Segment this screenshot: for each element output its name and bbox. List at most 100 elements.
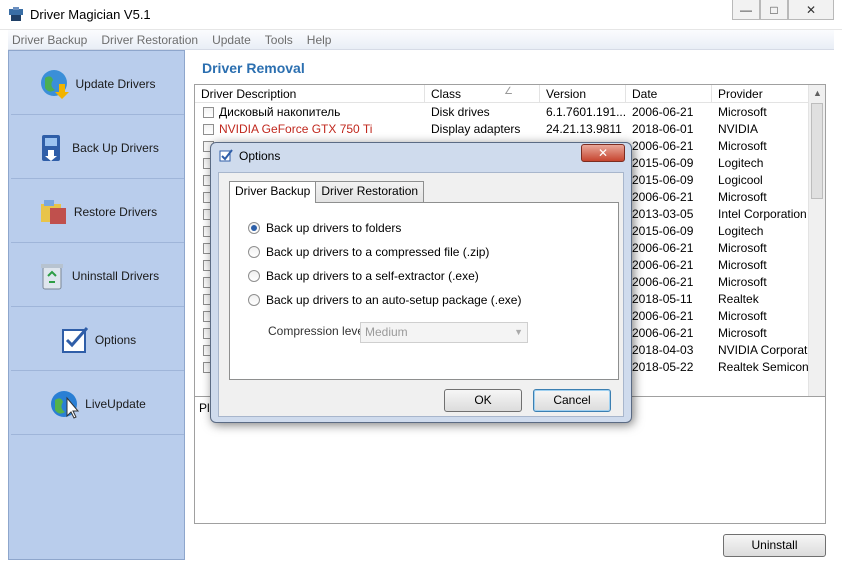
dialog-body: Driver Backup Driver Restoration Back up… (218, 172, 624, 417)
menu-driver-restoration[interactable]: Driver Restoration (101, 33, 198, 47)
table-cell-provider: Microsoft (718, 275, 767, 289)
sidebar-item-label: LiveUpdate (85, 396, 146, 411)
options-dialog: Options ✕ Driver Backup Driver Restorati… (210, 142, 632, 423)
table-row[interactable]: NVIDIA GeForce GTX 750 Ti Display adapter… (195, 121, 809, 138)
table-cell-provider: Logitech (718, 224, 764, 238)
options-icon (61, 326, 88, 353)
menu-update[interactable]: Update (212, 33, 251, 47)
sidebar-item-restore-drivers[interactable]: Restore Drivers (11, 181, 184, 243)
table-cell-desc: Дисковый накопитель (219, 105, 341, 119)
compression-level-select[interactable]: Medium ▼ (360, 322, 528, 343)
tab-panel-driver-backup: Back up drivers to folders Back up drive… (229, 202, 619, 380)
radio-backup-self-extractor[interactable]: Back up drivers to a self-extractor (.ex… (248, 269, 479, 283)
options-dialog-icon (219, 149, 233, 162)
table-cell-date: 2015-06-09 (632, 156, 694, 170)
table-cell-date: 2006-06-21 (632, 105, 694, 119)
table-cell-date: 2018-05-11 (632, 292, 693, 306)
table-cell-provider: Microsoft (718, 190, 767, 204)
sidebar-item-label: Options (94, 332, 137, 347)
column-header-provider[interactable]: Provider (712, 85, 809, 103)
row-checkbox[interactable] (203, 107, 214, 118)
backup-icon (42, 134, 61, 161)
driver-list-header: Driver Description Class ∠ Version Date … (195, 85, 809, 103)
radio-backup-auto-setup[interactable]: Back up drivers to an auto-setup package… (248, 293, 521, 307)
chevron-down-icon: ▼ (514, 327, 523, 337)
column-header-class-label: Class (431, 87, 462, 101)
table-row[interactable]: Дисковый накопитель Disk drives 6.1.7601.1… (195, 104, 809, 121)
table-cell-date: 2018-05-22 (632, 360, 694, 374)
sidebar-item-liveupdate[interactable]: LiveUpdate (11, 373, 184, 435)
table-cell-provider: Intel Corporation (718, 207, 807, 221)
page-title: Driver Removal (202, 60, 305, 76)
dialog-tabs: Driver Backup Driver Restoration (229, 181, 425, 203)
dialog-close-button[interactable]: ✕ (581, 144, 625, 162)
table-cell-provider: Logitech (718, 156, 764, 170)
tab-driver-backup[interactable]: Driver Backup (229, 181, 317, 203)
radio-label: Back up drivers to a compressed file (.z… (266, 245, 490, 259)
table-cell-date: 2018-04-03 (632, 343, 694, 357)
row-checkbox[interactable] (203, 124, 214, 135)
column-header-version[interactable]: Version (540, 85, 626, 103)
menu-driver-backup[interactable]: Driver Backup (12, 33, 87, 47)
table-cell-provider: Microsoft (718, 105, 767, 119)
table-cell-provider: Microsoft (718, 258, 767, 272)
radio-button[interactable] (248, 270, 260, 282)
column-header-date[interactable]: Date (626, 85, 712, 103)
table-cell-date: 2006-06-21 (632, 190, 694, 204)
table-cell-provider: Realtek (718, 292, 759, 306)
table-cell-date: 2006-06-21 (632, 139, 694, 153)
table-cell-class: Display adapters (431, 122, 521, 136)
menu-tools[interactable]: Tools (265, 33, 293, 47)
table-cell-provider: Microsoft (718, 326, 767, 340)
window-controls: — □ ✕ (732, 0, 834, 20)
scrollbar-thumb[interactable] (811, 103, 823, 199)
sidebar-item-options[interactable]: Options (11, 309, 184, 371)
table-cell-desc: NVIDIA GeForce GTX 750 Ti (219, 122, 373, 136)
radio-backup-zip[interactable]: Back up drivers to a compressed file (.z… (248, 245, 489, 259)
sidebar-item-uninstall-drivers[interactable]: Uninstall Drivers (11, 245, 184, 307)
table-cell-date: 2006-06-21 (632, 241, 694, 255)
ok-button[interactable]: OK (444, 389, 522, 412)
compression-level-value: Medium (365, 325, 408, 339)
compression-level-label: Compression level (268, 324, 367, 338)
menu-bar: Driver Backup Driver Restoration Update … (8, 30, 834, 50)
radio-button[interactable] (248, 294, 260, 306)
uninstall-button[interactable]: Uninstall (723, 534, 826, 557)
close-button[interactable]: ✕ (788, 0, 834, 20)
column-header-description[interactable]: Driver Description (195, 85, 425, 103)
table-cell-version: 6.1.7601.191... (546, 105, 626, 119)
radio-label: Back up drivers to an auto-setup package… (266, 293, 522, 307)
table-cell-date: 2015-06-09 (632, 173, 694, 187)
radio-button-selected[interactable] (248, 222, 260, 234)
table-cell-provider: Microsoft (718, 241, 767, 255)
menu-help[interactable]: Help (307, 33, 332, 47)
tab-driver-restoration[interactable]: Driver Restoration (315, 181, 425, 202)
table-cell-date: 2006-06-21 (632, 258, 694, 272)
maximize-button[interactable]: □ (760, 0, 788, 20)
minimize-button[interactable]: — (732, 0, 760, 20)
radio-backup-folders[interactable]: Back up drivers to folders (248, 221, 401, 235)
sidebar-item-label: Update Drivers (75, 76, 156, 91)
dialog-title-bar: Options (219, 149, 280, 163)
table-cell-version: 24.21.13.9811 (546, 122, 622, 136)
table-cell-date: 2006-06-21 (632, 326, 694, 340)
radio-label: Back up drivers to folders (266, 221, 402, 235)
table-cell-date: 2006-06-21 (632, 309, 694, 323)
table-cell-date: 2015-06-09 (632, 224, 694, 238)
column-header-class[interactable]: Class ∠ (425, 85, 540, 103)
sidebar-item-update-drivers[interactable]: Update Drivers (11, 53, 184, 115)
vertical-scrollbar[interactable]: ▲ ▼ (808, 85, 825, 421)
radio-button[interactable] (248, 246, 260, 258)
scroll-up-icon[interactable]: ▲ (813, 88, 822, 98)
table-cell-provider: Microsoft (718, 309, 767, 323)
sort-indicator-icon: ∠ (504, 86, 513, 97)
cancel-button[interactable]: Cancel (533, 389, 611, 412)
table-cell-date: 2013-03-05 (632, 207, 694, 221)
app-icon (9, 7, 23, 21)
liveupdate-icon (51, 390, 80, 419)
sidebar-item-label: Restore Drivers (73, 204, 158, 219)
sidebar: Update Drivers Back Up Drivers Restore D… (8, 50, 185, 560)
window-title: Driver Magician V5.1 (30, 7, 151, 22)
sidebar-item-back-up-drivers[interactable]: Back Up Drivers (11, 117, 184, 179)
globe-update-icon (41, 69, 70, 99)
